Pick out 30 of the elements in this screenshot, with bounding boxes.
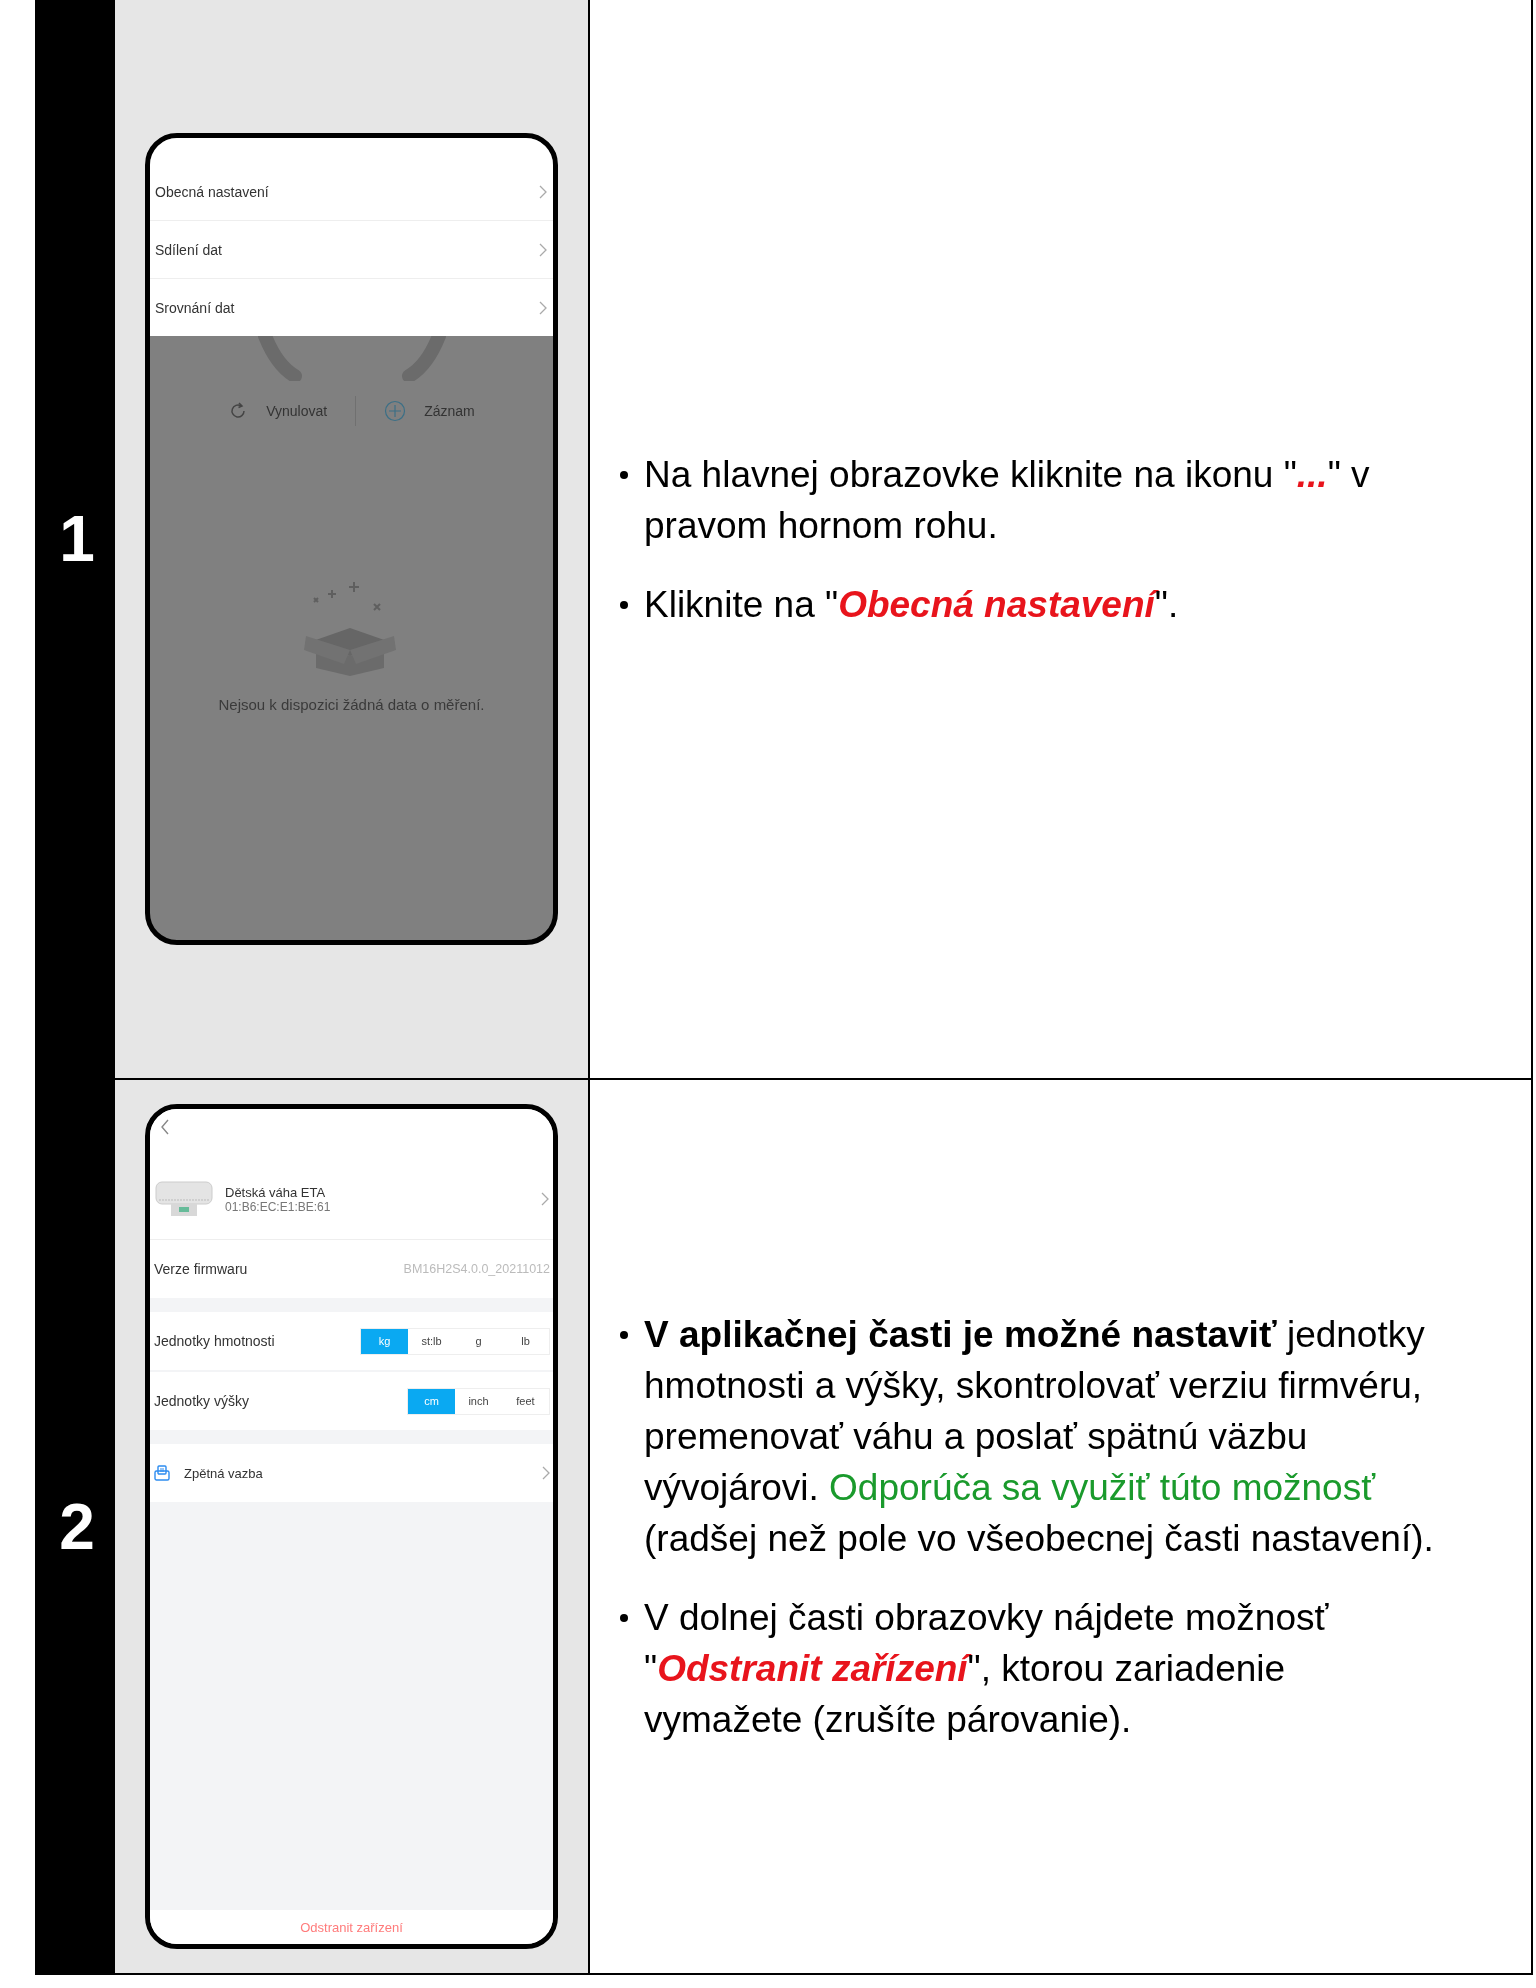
firmware-label: Verze firmwaru xyxy=(154,1261,248,1277)
scale-picture xyxy=(155,1180,213,1218)
chevron-icon xyxy=(541,1192,549,1206)
menu-item[interactable]: Obecná nastavení xyxy=(150,163,553,221)
chevron-icon xyxy=(539,184,547,199)
chevron-icon xyxy=(539,242,547,257)
instruction-text: Kliknite na "Obecná nastavení". xyxy=(644,582,1179,627)
chevron-icon xyxy=(539,300,547,315)
instruction-text: V aplikačnej časti je možné nastaviť jednotky hmotnosti a výšky, skontrolovať verziu firmvéru, premenovať váhu a poslať spätnú väzbu vývojárovi. Odporúča sa využiť túto možnosť (radšej než pole vo všeobecnej časti nastavení). xyxy=(644,1312,1435,1561)
firmware-version: BM16H2S4.0.0_20211012 xyxy=(403,1262,550,1276)
empty-message: Nejsou k dispozici žádná data o měření. xyxy=(218,696,485,713)
step-number: 1 xyxy=(59,502,95,576)
bullet-icon xyxy=(620,1613,628,1622)
units-label: Jednotky hmotnosti xyxy=(154,1333,275,1349)
bullet-icon xyxy=(620,600,628,609)
feedback-icon xyxy=(154,1465,170,1481)
instruction-text: V dolnej časti obrazovky nájdete možnosť "Odstranit zařízení", ktorou zariadenie vymažete (zrušíte párovanie). xyxy=(644,1595,1330,1742)
step-number: 2 xyxy=(59,1489,95,1564)
back-icon[interactable] xyxy=(160,1119,170,1135)
feedback-item[interactable]: Zpětná vazba xyxy=(150,1444,553,1502)
bullet-icon xyxy=(620,470,628,479)
instruction-text: Na hlavnej obrazovke kliknite na ikonu "..." v pravom hornom rohu. xyxy=(644,452,1371,548)
units-label: Jednotky výšky xyxy=(154,1393,249,1409)
device-address: 01:B6:EC:E1:BE:61 xyxy=(225,1199,332,1214)
device-name: Dětská váha ETA xyxy=(225,1184,327,1200)
menu-item[interactable]: Sdílení dat xyxy=(150,221,553,279)
bullet-icon xyxy=(620,1330,628,1339)
chevron-icon xyxy=(542,1466,550,1480)
menu-item[interactable]: Srovnání dat xyxy=(150,279,553,336)
plus-circle-icon xyxy=(384,400,407,422)
